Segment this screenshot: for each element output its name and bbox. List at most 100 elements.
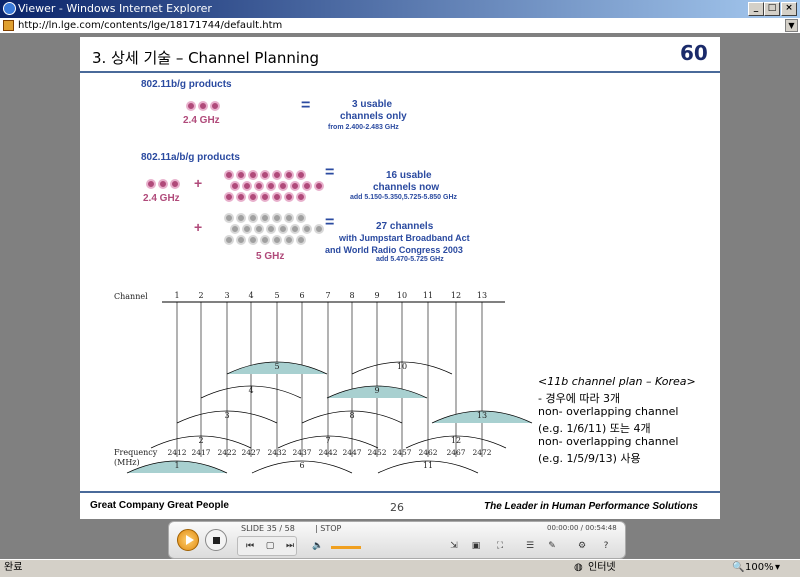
channel-curve-label: 1	[174, 461, 179, 470]
channel-dot	[296, 192, 306, 202]
channel-tick-label: 12	[451, 291, 461, 300]
channel-dot	[290, 181, 300, 191]
frequency-tick-label: 2457	[392, 448, 411, 457]
channel-dot	[248, 213, 258, 223]
footer-left: Great Company Great People	[90, 500, 229, 511]
r27-line4: add 5.470-5.725 GHz	[376, 256, 444, 263]
channel-tick-label: 10	[397, 291, 407, 300]
channel-dot	[224, 235, 234, 245]
browser-window: Viewer - Windows Internet Explorer _ □ ×…	[0, 0, 800, 577]
note-line3: non- overlapping channel	[538, 405, 679, 418]
maximize-button[interactable]: □	[764, 2, 780, 16]
channel-curve-label: 3	[224, 411, 229, 420]
channel-dot	[278, 181, 288, 191]
title-bar: Viewer - Windows Internet Explorer _ □ ×	[0, 0, 800, 18]
channel-dot	[284, 170, 294, 180]
chevron-down-icon[interactable]: ▾	[775, 560, 780, 576]
channel-dot	[272, 192, 282, 202]
logo-icon: 60	[680, 41, 708, 65]
page-icon	[3, 20, 14, 31]
minimize-button[interactable]: _	[748, 2, 764, 16]
r16-line2: channels now	[373, 182, 440, 193]
channel-dot	[314, 224, 324, 234]
channel-dot	[296, 213, 306, 223]
note-line5: non- overlapping channel	[538, 435, 679, 448]
channel-dot	[146, 179, 156, 189]
channel-dot	[296, 235, 306, 245]
bg-result1: 3 usable	[352, 99, 393, 110]
list-icon[interactable]: ☰	[523, 540, 537, 552]
url-text: http://ln.lge.com/contents/lge/18171744/…	[18, 20, 283, 31]
r16-line1: 16 usable	[386, 170, 432, 181]
frequency-tick-label: 2417	[191, 448, 210, 457]
channel-dot	[314, 181, 324, 191]
zone-text: 인터넷	[588, 562, 616, 573]
channel-dot	[302, 224, 312, 234]
channel-dot	[290, 224, 300, 234]
frequency-axis-label: Frequency	[114, 448, 158, 457]
title-divider	[80, 71, 720, 73]
channel-tick-label: 6	[299, 291, 304, 300]
channel-tick-label: 5	[274, 291, 279, 300]
note-line2: - 경우에 따라 3개	[538, 392, 621, 405]
stop-button[interactable]	[205, 529, 227, 551]
fullscreen-icon[interactable]: ⛶	[493, 540, 507, 552]
freq-5ghz: 5 GHz	[256, 251, 285, 262]
channel-curve-label: 6	[299, 461, 304, 470]
channel-curve-label: 8	[349, 411, 354, 420]
frequency-unit-label: (MHz)	[114, 458, 140, 467]
help-icon[interactable]: ?	[599, 540, 613, 552]
channel-dot	[248, 170, 258, 180]
ie-icon	[3, 2, 16, 15]
volume-icon[interactable]: 🔈	[311, 540, 325, 552]
play-state: | STOP	[315, 524, 342, 533]
address-bar[interactable]: http://ln.lge.com/contents/lge/18171744/…	[0, 18, 800, 34]
channel-curve-label: 12	[451, 436, 461, 445]
frequency-tick-label: 2462	[418, 448, 437, 457]
slide-counter: SLIDE 35 / 58	[241, 524, 295, 533]
channel-dot	[186, 101, 196, 111]
time-display: 00:00:00 / 00:54:48	[547, 524, 617, 532]
channel-dot	[198, 101, 208, 111]
channel-dot	[296, 170, 306, 180]
frequency-tick-label: 2442	[318, 448, 337, 457]
channel-dot	[230, 224, 240, 234]
channel-tick-label: 8	[349, 291, 354, 300]
abg-label: 802.11a/b/g products	[141, 152, 240, 163]
fit-icon[interactable]: ▣	[469, 540, 483, 552]
bg-result3: from 2.400-2.483 GHz	[328, 124, 399, 131]
channel-dot	[248, 235, 258, 245]
frequency-tick-label: 2467	[446, 448, 465, 457]
page-icon[interactable]: ▢	[263, 540, 277, 552]
channel-dot	[170, 179, 180, 189]
volume-slider[interactable]	[331, 546, 361, 549]
equals-sign: =	[325, 164, 335, 181]
channel-curve-label: 13	[477, 411, 487, 420]
close-button[interactable]: ×	[781, 2, 797, 16]
frequency-tick-label: 2432	[267, 448, 286, 457]
plus-sign: +	[194, 219, 203, 235]
prev-icon[interactable]: ⏮	[243, 540, 257, 552]
zoom-level[interactable]: 100%	[745, 560, 774, 576]
settings-icon[interactable]: ⚙	[575, 540, 589, 552]
frequency-tick-label: 2437	[292, 448, 311, 457]
play-button[interactable]	[177, 529, 199, 551]
r16-line3: add 5.150-5.350,5.725-5.850 GHz	[350, 194, 458, 201]
frequency-tick-label: 2427	[241, 448, 260, 457]
chevron-down-icon[interactable]: ▼	[785, 19, 798, 32]
equals-sign: =	[325, 214, 335, 231]
window-title: Viewer - Windows Internet Explorer	[18, 2, 212, 15]
next-icon[interactable]: ⏭	[283, 540, 297, 552]
channel-dot	[260, 235, 270, 245]
channel-dot	[266, 224, 276, 234]
channel-dot	[302, 181, 312, 191]
note-line4: (e.g. 1/6/11) 또는 4개	[538, 422, 651, 435]
abg-freq24: 2.4 GHz	[143, 193, 180, 204]
expand-icon[interactable]: ⇲	[447, 540, 461, 552]
channel-dot	[284, 235, 294, 245]
channel-tick-label: 3	[224, 291, 229, 300]
bg-label: 802.11b/g products	[141, 79, 232, 90]
channel-dot	[266, 181, 276, 191]
footer-right: The Leader in Human Performance Solution…	[484, 501, 698, 512]
notes-icon[interactable]: ✎	[545, 540, 559, 552]
